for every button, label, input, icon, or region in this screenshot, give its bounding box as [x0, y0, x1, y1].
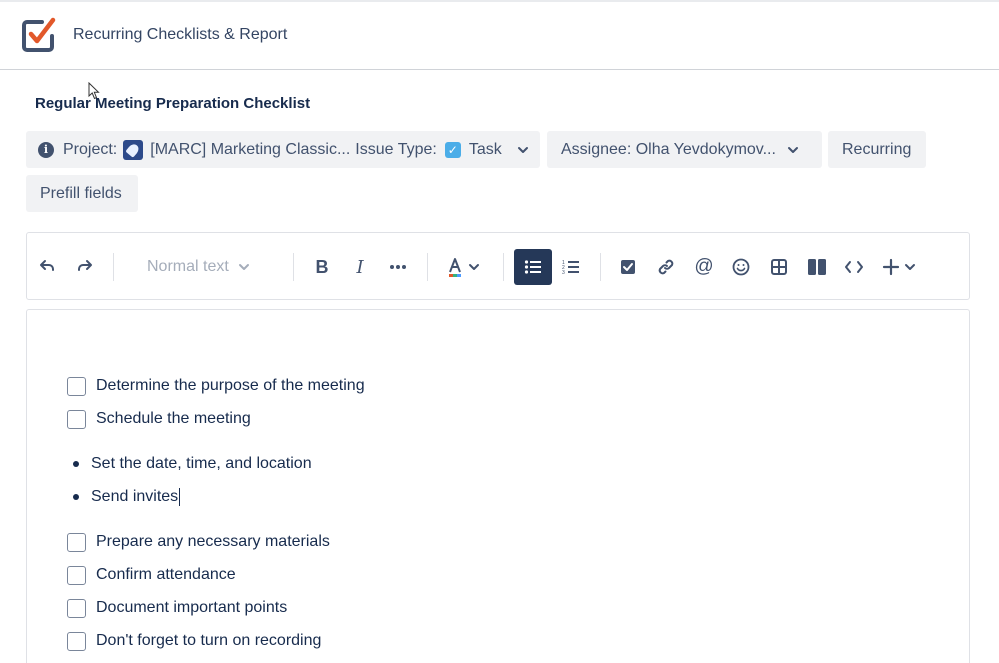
project-rocket-icon	[123, 139, 144, 160]
toolbar-divider	[113, 253, 114, 281]
bullet-dot	[73, 494, 79, 500]
app-header: Recurring Checklists & Report	[0, 0, 999, 70]
italic-icon[interactable]: I	[346, 253, 374, 281]
task-checkbox-icon: ✓	[444, 141, 461, 158]
toolbar-divider	[427, 253, 428, 281]
checklist-item: Confirm attendance	[67, 563, 236, 587]
chevron-down-icon	[517, 146, 528, 153]
emoji-icon[interactable]	[727, 253, 755, 281]
checklist-item: Determine the purpose of the meeting	[67, 374, 365, 398]
toolbar-divider	[503, 253, 504, 281]
bullet-item: Send invites	[73, 485, 181, 509]
layout-icon[interactable]	[803, 253, 831, 281]
info-icon: i	[38, 141, 54, 158]
text-style-label: Normal text	[147, 258, 229, 275]
checklist-logo-icon	[22, 17, 56, 52]
checklist-item: Document important points	[67, 596, 287, 620]
item-text[interactable]: Document important points	[96, 599, 287, 617]
redo-icon[interactable]	[71, 253, 99, 281]
checklist-title: Regular Meeting Preparation Checklist	[35, 95, 311, 112]
insert-icon[interactable]	[880, 253, 920, 281]
code-icon[interactable]	[840, 253, 868, 281]
item-checkbox[interactable]	[67, 532, 86, 552]
project-label: Project:	[63, 140, 118, 158]
item-text[interactable]: Schedule the meeting	[96, 410, 251, 428]
toolbar-divider	[600, 253, 601, 281]
editor-toolbar: Normal text B I 123 @	[26, 232, 970, 300]
bullet-item: Set the date, time, and location	[73, 452, 312, 476]
action-item-icon[interactable]	[614, 253, 642, 281]
app-title: Recurring Checklists & Report	[73, 26, 288, 43]
recurring-button[interactable]: Recurring	[828, 131, 926, 168]
chevron-down-icon	[787, 146, 798, 153]
issue-type-label: Issue Type:	[355, 140, 437, 158]
item-checkbox[interactable]	[67, 409, 86, 429]
prefill-fields-button[interactable]: Prefill fields	[26, 175, 138, 212]
table-icon[interactable]	[765, 253, 793, 281]
link-icon[interactable]	[652, 253, 680, 281]
text-caret	[179, 488, 181, 506]
text-color-icon[interactable]	[443, 253, 485, 281]
item-checkbox[interactable]	[67, 376, 86, 396]
undo-icon[interactable]	[33, 253, 61, 281]
assignee-selector[interactable]: Assignee: Olha Yevdokymov...	[547, 131, 822, 168]
bullet-dot	[73, 461, 79, 467]
editor-content[interactable]: Determine the purpose of the meeting Sch…	[26, 309, 970, 663]
item-text[interactable]: Set the date, time, and location	[91, 455, 312, 473]
issue-type-value: Task	[468, 140, 502, 158]
chevron-down-icon	[238, 264, 249, 270]
text-style-dropdown[interactable]: Normal text	[147, 253, 265, 281]
svg-text:3: 3	[562, 270, 565, 275]
item-text[interactable]: Don't forget to turn on recording	[96, 632, 321, 650]
project-value: [MARC] Marketing Classic...	[150, 140, 351, 158]
item-checkbox[interactable]	[67, 631, 86, 651]
bold-icon[interactable]: B	[308, 253, 336, 281]
checklist-item: Don't forget to turn on recording	[67, 629, 321, 653]
checklist-item: Prepare any necessary materials	[67, 530, 330, 554]
checklist-item: Schedule the meeting	[67, 407, 251, 431]
item-text[interactable]: Determine the purpose of the meeting	[96, 377, 365, 395]
item-checkbox[interactable]	[67, 565, 86, 585]
item-checkbox[interactable]	[67, 598, 86, 618]
item-text[interactable]: Send invites	[91, 488, 178, 506]
mention-icon[interactable]: @	[690, 253, 718, 281]
assignee-value: Assignee: Olha Yevdokymov...	[561, 140, 776, 158]
numbered-list-icon[interactable]: 123	[557, 253, 585, 281]
project-issue-type-selector[interactable]: i Project: [MARC] Marketing Classic... I…	[26, 131, 540, 168]
bullet-list-icon[interactable]	[514, 249, 552, 285]
item-text[interactable]: Confirm attendance	[96, 566, 236, 584]
item-text[interactable]: Prepare any necessary materials	[96, 533, 330, 551]
toolbar-divider	[293, 253, 294, 281]
more-icon[interactable]	[384, 253, 412, 281]
